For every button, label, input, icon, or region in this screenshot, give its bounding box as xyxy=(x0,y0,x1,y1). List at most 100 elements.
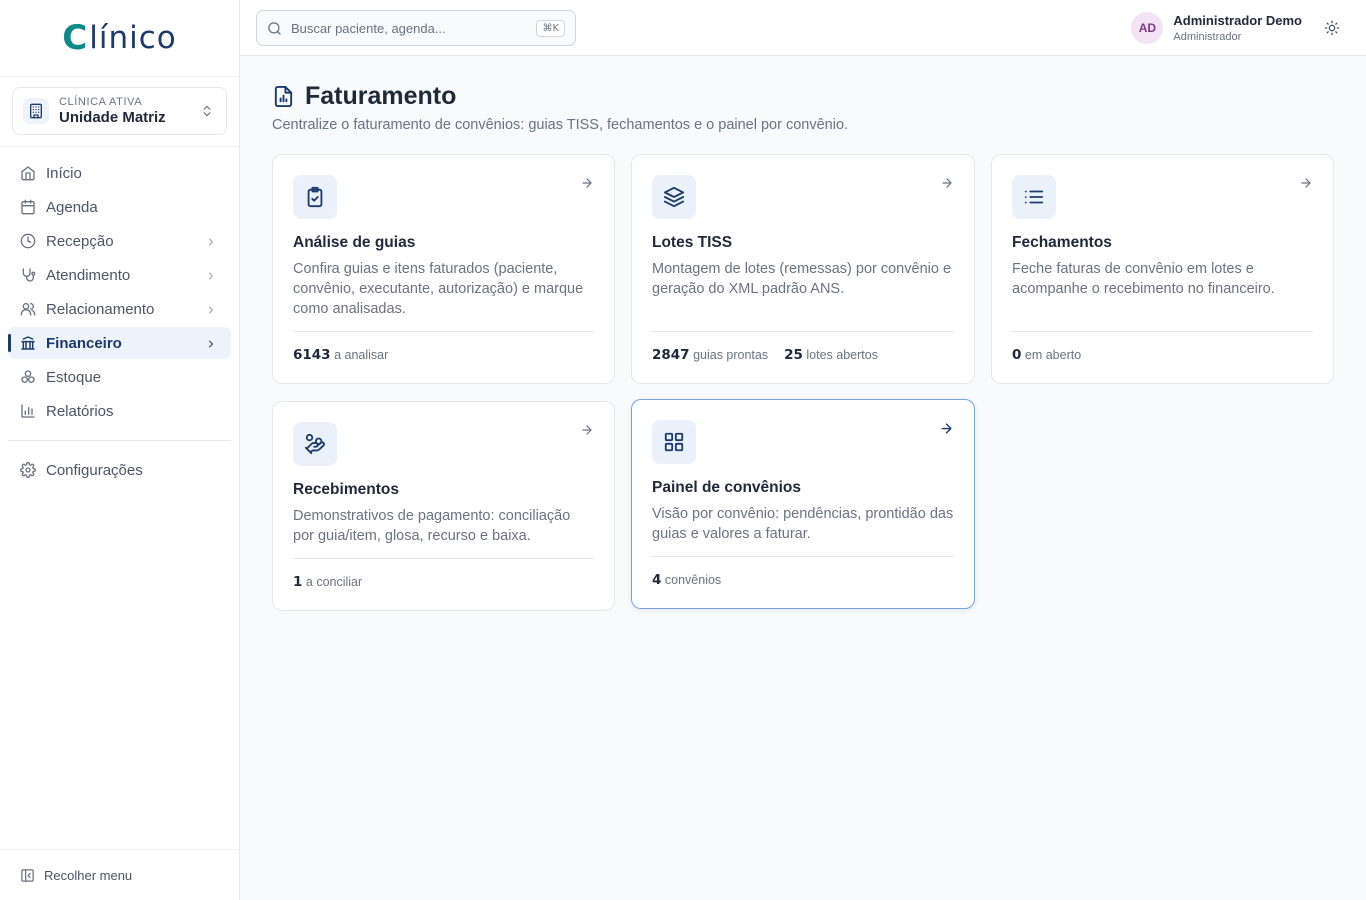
chevron-right-icon xyxy=(205,269,217,286)
card-lotes-tiss[interactable]: Lotes TISS Montagem de lotes (remessas) … xyxy=(631,154,975,384)
sidebar-item-estoque[interactable]: Estoque xyxy=(8,361,231,393)
clinic-label: CLÍNICA ATIVA xyxy=(59,96,143,108)
stat: 6143 a analisar xyxy=(293,347,388,363)
users-icon xyxy=(20,301,36,317)
card-stats: 0 em aberto xyxy=(1012,331,1313,363)
arrow-right-icon xyxy=(939,421,954,436)
card-recebimentos[interactable]: Recebimentos Demonstrativos de pagamento… xyxy=(272,401,615,611)
card-title: Recebimentos xyxy=(293,481,399,498)
card-title: Painel de convênios xyxy=(652,479,802,496)
stethoscope-icon xyxy=(20,267,36,283)
bar-chart-icon xyxy=(20,403,36,419)
arrow-right-icon xyxy=(580,423,594,437)
theme-toggle-button[interactable] xyxy=(1324,20,1340,41)
layers-icon xyxy=(652,175,696,219)
chevron-right-icon xyxy=(205,235,217,252)
gear-icon xyxy=(20,462,36,478)
stat-label: guias prontas xyxy=(693,348,769,362)
sidebar: Clínico CLÍNICA ATIVA Unidade Matriz Iní… xyxy=(0,0,240,900)
home-icon xyxy=(20,165,36,181)
chevron-right-icon xyxy=(205,337,217,354)
stat-label: lotes abertos xyxy=(806,348,878,362)
sun-icon xyxy=(1324,20,1340,41)
stat: 4 convênios xyxy=(652,572,721,588)
sidebar-item-label: Atendimento xyxy=(46,266,131,284)
card-fechamentos[interactable]: Fechamentos Feche faturas de convênio em… xyxy=(991,154,1334,384)
logo-c: C xyxy=(62,18,89,58)
sidebar-item-agenda[interactable]: Agenda xyxy=(8,191,231,223)
panel-collapse-icon xyxy=(20,868,35,883)
sidebar-item-atendimento[interactable]: Atendimento xyxy=(8,259,231,291)
card-stats: 4 convênios xyxy=(652,556,954,588)
arrow-right-icon xyxy=(1299,176,1313,190)
stat: 25 lotes abertos xyxy=(784,347,878,363)
sidebar-item-configuracoes[interactable]: Configurações xyxy=(8,454,231,486)
card-description: Demonstrativos de pagamento: conciliação… xyxy=(293,508,571,544)
stat: 2847 guias prontas xyxy=(652,347,768,363)
search-icon xyxy=(267,21,282,36)
arrow-right-icon xyxy=(580,176,594,190)
search-box[interactable]: ⌘K xyxy=(256,10,576,46)
chevrons-up-down-icon xyxy=(200,103,214,124)
stat-value: 6143 xyxy=(293,347,331,363)
calendar-icon xyxy=(20,199,36,215)
collapse-menu-label: Recolher menu xyxy=(44,867,133,883)
clock-icon xyxy=(20,233,36,249)
card-stats: 2847 guias prontas 25 lotes abertos xyxy=(652,331,954,363)
collapse-menu-button[interactable]: Recolher menu xyxy=(0,849,239,900)
user-name: Administrador Demo xyxy=(1173,13,1302,28)
sidebar-item-relacionamento[interactable]: Relacionamento xyxy=(8,293,231,325)
card-analise-de-guias[interactable]: Análise de guias Confira guias e itens f… xyxy=(272,154,615,384)
topbar: ⌘K AD Administrador Demo Administrador xyxy=(240,0,1366,56)
divider xyxy=(8,440,231,441)
clinic-switcher[interactable]: CLÍNICA ATIVA Unidade Matriz xyxy=(12,87,227,135)
user-menu[interactable]: AD Administrador Demo Administrador xyxy=(1131,12,1302,44)
sidebar-item-label: Estoque xyxy=(46,368,102,386)
stat: 0 em aberto xyxy=(1012,347,1081,363)
list-icon xyxy=(1012,175,1056,219)
sidebar-item-relatorios[interactable]: Relatórios xyxy=(8,395,231,427)
cards-grid: Análise de guias Confira guias e itens f… xyxy=(272,154,1334,611)
avatar: AD xyxy=(1131,12,1164,44)
user-role: Administrador xyxy=(1173,31,1242,43)
sidebar-item-label: Relatórios xyxy=(46,402,114,420)
stat-label: a conciliar xyxy=(305,575,363,589)
stat-value: 4 xyxy=(652,572,662,588)
card-description: Feche faturas de convênio em lotes e aco… xyxy=(1012,261,1275,297)
card-stats: 6143 a analisar xyxy=(293,331,594,363)
stat-label: em aberto xyxy=(1024,348,1082,362)
sidebar-item-label: Agenda xyxy=(46,198,98,216)
sidebar-item-financeiro[interactable]: Financeiro xyxy=(8,327,231,359)
card-painel-de-convenios[interactable]: Painel de convênios Visão por convênio: … xyxy=(631,399,975,609)
card-description: Visão por convênio: pendências, prontidã… xyxy=(652,506,954,542)
search-input[interactable] xyxy=(291,20,537,36)
sidebar-item-label: Início xyxy=(46,164,82,182)
grid-icon xyxy=(652,420,696,464)
stat-value: 25 xyxy=(784,347,803,363)
page-header: Faturamento xyxy=(272,82,1334,111)
sidebar-item-label: Financeiro xyxy=(46,334,122,352)
stat-value: 0 xyxy=(1012,347,1022,363)
stat-label: convênios xyxy=(664,573,722,587)
page-subtitle: Centralize o faturamento de convênios: g… xyxy=(272,117,849,133)
page-title: Faturamento xyxy=(305,82,457,110)
chevron-right-icon xyxy=(205,303,217,320)
shortcut-badge: ⌘K xyxy=(536,19,565,37)
stat: 1 a conciliar xyxy=(293,574,362,590)
building-icon xyxy=(23,98,49,124)
sidebar-item-inicio[interactable]: Início xyxy=(8,157,231,189)
card-stats: 1 a conciliar xyxy=(293,558,594,590)
main-content: Faturamento Centralize o faturamento de … xyxy=(272,82,1334,611)
card-description: Montagem de lotes (remessas) por convêni… xyxy=(652,261,952,297)
main-nav: Início Agenda Recepção Atendimento Relac… xyxy=(0,147,239,486)
brand-logo[interactable]: Clínico xyxy=(62,18,176,58)
stat-value: 1 xyxy=(293,574,303,590)
boxes-icon xyxy=(20,369,36,385)
sidebar-item-label: Relacionamento xyxy=(46,300,155,318)
clinic-name: Unidade Matriz xyxy=(59,109,166,126)
card-title: Fechamentos xyxy=(1012,234,1112,251)
sidebar-item-label: Configurações xyxy=(46,461,143,479)
sidebar-item-label: Recepção xyxy=(46,232,114,250)
card-description: Confira guias e itens faturados (pacient… xyxy=(293,261,584,317)
sidebar-item-recepcao[interactable]: Recepção xyxy=(8,225,231,257)
